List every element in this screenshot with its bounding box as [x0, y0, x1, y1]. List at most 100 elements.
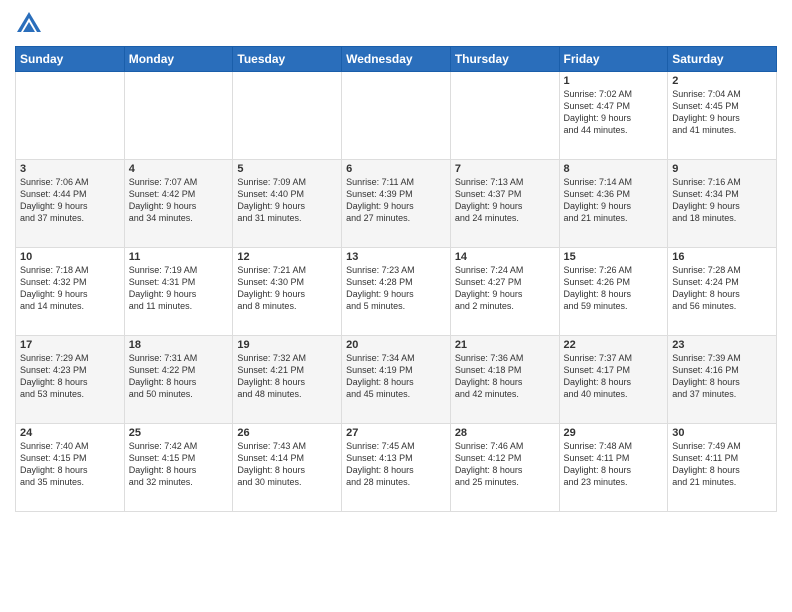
- day-info: Sunrise: 7:07 AM Sunset: 4:42 PM Dayligh…: [129, 176, 229, 225]
- calendar-week-row: 24Sunrise: 7:40 AM Sunset: 4:15 PM Dayli…: [16, 424, 777, 512]
- calendar-cell: [342, 72, 451, 160]
- calendar-cell: 4Sunrise: 7:07 AM Sunset: 4:42 PM Daylig…: [124, 160, 233, 248]
- day-info: Sunrise: 7:49 AM Sunset: 4:11 PM Dayligh…: [672, 440, 772, 489]
- calendar-week-row: 1Sunrise: 7:02 AM Sunset: 4:47 PM Daylig…: [16, 72, 777, 160]
- calendar-cell: [233, 72, 342, 160]
- day-info: Sunrise: 7:11 AM Sunset: 4:39 PM Dayligh…: [346, 176, 446, 225]
- day-of-week-header: Thursday: [450, 47, 559, 72]
- day-info: Sunrise: 7:19 AM Sunset: 4:31 PM Dayligh…: [129, 264, 229, 313]
- day-number: 29: [564, 427, 664, 439]
- day-of-week-header: Friday: [559, 47, 668, 72]
- day-number: 25: [129, 427, 229, 439]
- day-number: 9: [672, 163, 772, 175]
- day-number: 8: [564, 163, 664, 175]
- calendar-cell: 9Sunrise: 7:16 AM Sunset: 4:34 PM Daylig…: [668, 160, 777, 248]
- day-number: 2: [672, 75, 772, 87]
- day-number: 4: [129, 163, 229, 175]
- logo: [15, 10, 47, 38]
- day-number: 27: [346, 427, 446, 439]
- day-info: Sunrise: 7:28 AM Sunset: 4:24 PM Dayligh…: [672, 264, 772, 313]
- day-number: 17: [20, 339, 120, 351]
- calendar-cell: 8Sunrise: 7:14 AM Sunset: 4:36 PM Daylig…: [559, 160, 668, 248]
- day-info: Sunrise: 7:31 AM Sunset: 4:22 PM Dayligh…: [129, 352, 229, 401]
- day-info: Sunrise: 7:13 AM Sunset: 4:37 PM Dayligh…: [455, 176, 555, 225]
- calendar-cell: 27Sunrise: 7:45 AM Sunset: 4:13 PM Dayli…: [342, 424, 451, 512]
- calendar-cell: 29Sunrise: 7:48 AM Sunset: 4:11 PM Dayli…: [559, 424, 668, 512]
- calendar-week-row: 3Sunrise: 7:06 AM Sunset: 4:44 PM Daylig…: [16, 160, 777, 248]
- calendar-cell: 6Sunrise: 7:11 AM Sunset: 4:39 PM Daylig…: [342, 160, 451, 248]
- day-of-week-header: Monday: [124, 47, 233, 72]
- day-of-week-header: Wednesday: [342, 47, 451, 72]
- day-info: Sunrise: 7:26 AM Sunset: 4:26 PM Dayligh…: [564, 264, 664, 313]
- calendar-cell: 21Sunrise: 7:36 AM Sunset: 4:18 PM Dayli…: [450, 336, 559, 424]
- day-number: 12: [237, 251, 337, 263]
- day-number: 7: [455, 163, 555, 175]
- calendar-cell: 15Sunrise: 7:26 AM Sunset: 4:26 PM Dayli…: [559, 248, 668, 336]
- calendar: SundayMondayTuesdayWednesdayThursdayFrid…: [15, 46, 777, 512]
- calendar-cell: 1Sunrise: 7:02 AM Sunset: 4:47 PM Daylig…: [559, 72, 668, 160]
- calendar-cell: [16, 72, 125, 160]
- day-number: 5: [237, 163, 337, 175]
- day-number: 11: [129, 251, 229, 263]
- calendar-cell: 2Sunrise: 7:04 AM Sunset: 4:45 PM Daylig…: [668, 72, 777, 160]
- day-info: Sunrise: 7:21 AM Sunset: 4:30 PM Dayligh…: [237, 264, 337, 313]
- calendar-cell: 5Sunrise: 7:09 AM Sunset: 4:40 PM Daylig…: [233, 160, 342, 248]
- day-info: Sunrise: 7:23 AM Sunset: 4:28 PM Dayligh…: [346, 264, 446, 313]
- day-of-week-header: Tuesday: [233, 47, 342, 72]
- day-info: Sunrise: 7:40 AM Sunset: 4:15 PM Dayligh…: [20, 440, 120, 489]
- calendar-cell: 18Sunrise: 7:31 AM Sunset: 4:22 PM Dayli…: [124, 336, 233, 424]
- day-info: Sunrise: 7:39 AM Sunset: 4:16 PM Dayligh…: [672, 352, 772, 401]
- day-number: 26: [237, 427, 337, 439]
- day-number: 18: [129, 339, 229, 351]
- calendar-cell: 7Sunrise: 7:13 AM Sunset: 4:37 PM Daylig…: [450, 160, 559, 248]
- calendar-cell: 11Sunrise: 7:19 AM Sunset: 4:31 PM Dayli…: [124, 248, 233, 336]
- day-info: Sunrise: 7:43 AM Sunset: 4:14 PM Dayligh…: [237, 440, 337, 489]
- calendar-cell: [450, 72, 559, 160]
- header: [15, 10, 777, 38]
- calendar-cell: [124, 72, 233, 160]
- day-number: 30: [672, 427, 772, 439]
- calendar-cell: 20Sunrise: 7:34 AM Sunset: 4:19 PM Dayli…: [342, 336, 451, 424]
- day-info: Sunrise: 7:16 AM Sunset: 4:34 PM Dayligh…: [672, 176, 772, 225]
- day-info: Sunrise: 7:14 AM Sunset: 4:36 PM Dayligh…: [564, 176, 664, 225]
- calendar-cell: 13Sunrise: 7:23 AM Sunset: 4:28 PM Dayli…: [342, 248, 451, 336]
- day-info: Sunrise: 7:04 AM Sunset: 4:45 PM Dayligh…: [672, 88, 772, 137]
- calendar-cell: 24Sunrise: 7:40 AM Sunset: 4:15 PM Dayli…: [16, 424, 125, 512]
- day-number: 21: [455, 339, 555, 351]
- day-info: Sunrise: 7:09 AM Sunset: 4:40 PM Dayligh…: [237, 176, 337, 225]
- day-number: 16: [672, 251, 772, 263]
- day-number: 22: [564, 339, 664, 351]
- day-number: 24: [20, 427, 120, 439]
- calendar-cell: 26Sunrise: 7:43 AM Sunset: 4:14 PM Dayli…: [233, 424, 342, 512]
- calendar-cell: 25Sunrise: 7:42 AM Sunset: 4:15 PM Dayli…: [124, 424, 233, 512]
- day-info: Sunrise: 7:24 AM Sunset: 4:27 PM Dayligh…: [455, 264, 555, 313]
- day-info: Sunrise: 7:18 AM Sunset: 4:32 PM Dayligh…: [20, 264, 120, 313]
- day-number: 14: [455, 251, 555, 263]
- day-number: 23: [672, 339, 772, 351]
- day-info: Sunrise: 7:34 AM Sunset: 4:19 PM Dayligh…: [346, 352, 446, 401]
- calendar-cell: 16Sunrise: 7:28 AM Sunset: 4:24 PM Dayli…: [668, 248, 777, 336]
- calendar-cell: 17Sunrise: 7:29 AM Sunset: 4:23 PM Dayli…: [16, 336, 125, 424]
- calendar-cell: 14Sunrise: 7:24 AM Sunset: 4:27 PM Dayli…: [450, 248, 559, 336]
- calendar-header-row: SundayMondayTuesdayWednesdayThursdayFrid…: [16, 47, 777, 72]
- day-info: Sunrise: 7:36 AM Sunset: 4:18 PM Dayligh…: [455, 352, 555, 401]
- day-number: 20: [346, 339, 446, 351]
- calendar-cell: 23Sunrise: 7:39 AM Sunset: 4:16 PM Dayli…: [668, 336, 777, 424]
- day-info: Sunrise: 7:06 AM Sunset: 4:44 PM Dayligh…: [20, 176, 120, 225]
- day-info: Sunrise: 7:29 AM Sunset: 4:23 PM Dayligh…: [20, 352, 120, 401]
- day-of-week-header: Sunday: [16, 47, 125, 72]
- day-info: Sunrise: 7:02 AM Sunset: 4:47 PM Dayligh…: [564, 88, 664, 137]
- day-number: 3: [20, 163, 120, 175]
- day-number: 13: [346, 251, 446, 263]
- calendar-cell: 19Sunrise: 7:32 AM Sunset: 4:21 PM Dayli…: [233, 336, 342, 424]
- logo-icon: [15, 10, 43, 38]
- calendar-cell: 3Sunrise: 7:06 AM Sunset: 4:44 PM Daylig…: [16, 160, 125, 248]
- day-info: Sunrise: 7:46 AM Sunset: 4:12 PM Dayligh…: [455, 440, 555, 489]
- day-of-week-header: Saturday: [668, 47, 777, 72]
- day-info: Sunrise: 7:48 AM Sunset: 4:11 PM Dayligh…: [564, 440, 664, 489]
- day-number: 10: [20, 251, 120, 263]
- calendar-cell: 28Sunrise: 7:46 AM Sunset: 4:12 PM Dayli…: [450, 424, 559, 512]
- calendar-week-row: 17Sunrise: 7:29 AM Sunset: 4:23 PM Dayli…: [16, 336, 777, 424]
- day-number: 28: [455, 427, 555, 439]
- day-info: Sunrise: 7:45 AM Sunset: 4:13 PM Dayligh…: [346, 440, 446, 489]
